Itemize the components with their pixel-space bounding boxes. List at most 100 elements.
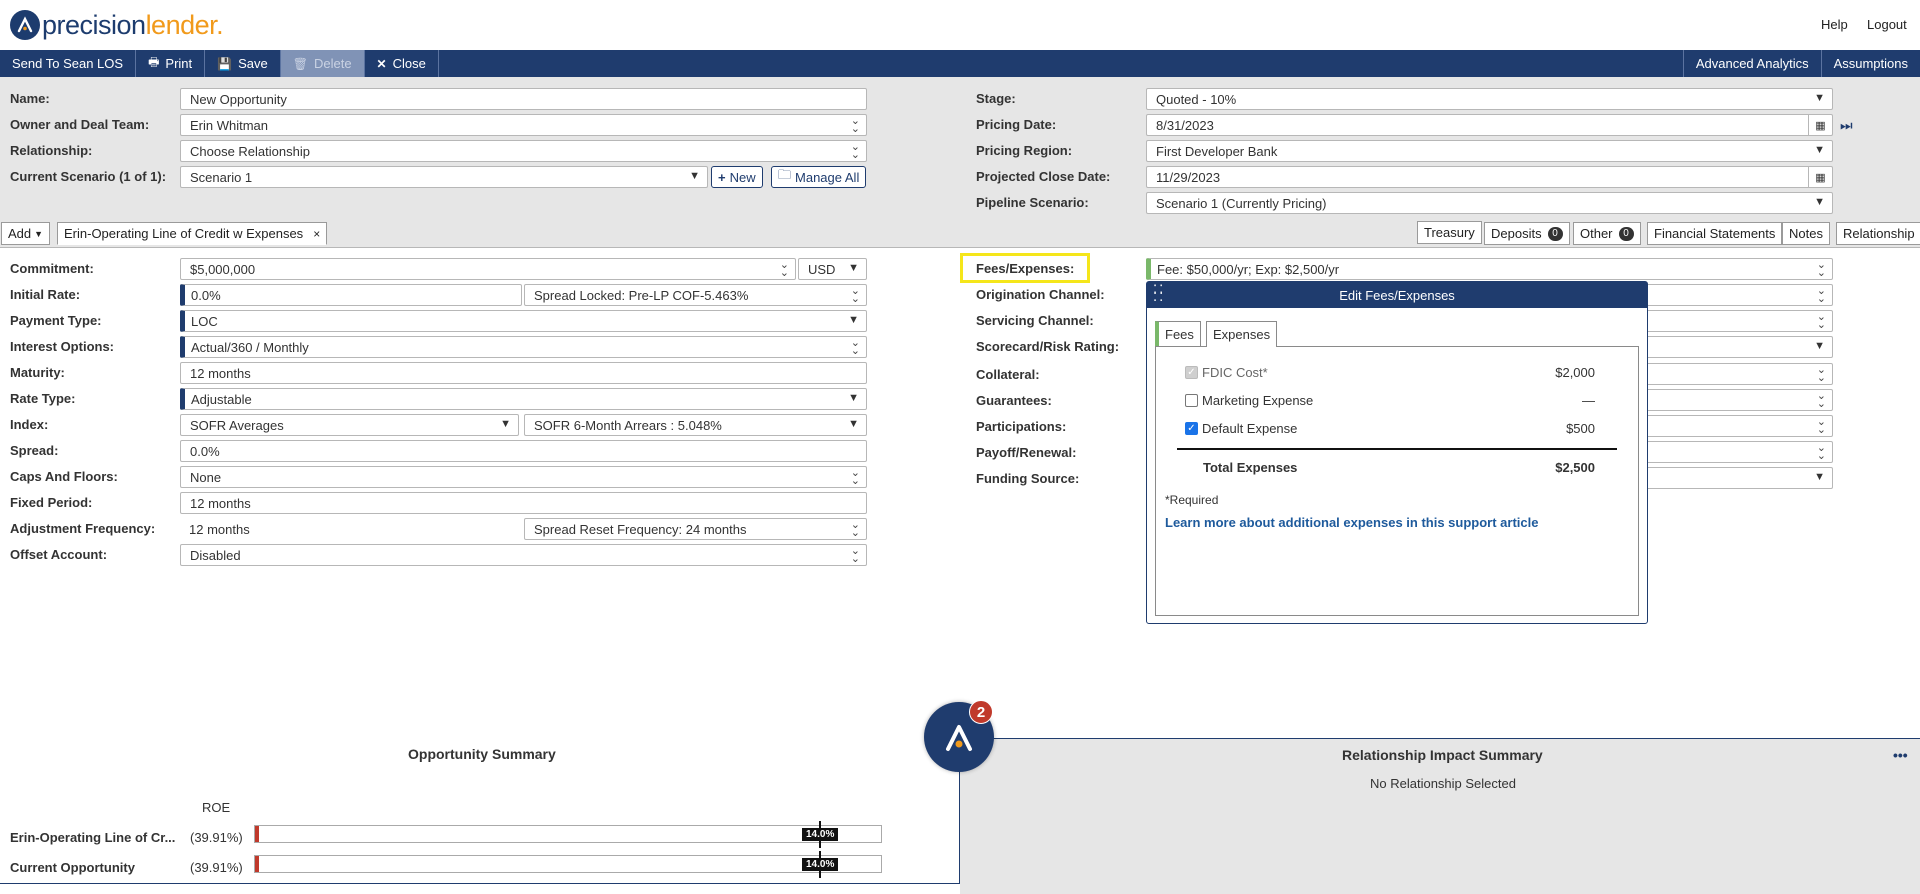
initial-rate-input[interactable]: 0.0% [180, 284, 522, 306]
owner-select[interactable]: Erin Whitman ⌄ ⌄ [180, 114, 867, 136]
owner-value: Erin Whitman [190, 117, 269, 133]
relationship-impact-title: Relationship Impact Summary [1342, 747, 1543, 763]
save-button[interactable]: 💾 Save [205, 50, 281, 77]
print-button[interactable]: 🖶 Print [136, 50, 206, 77]
spread-locked-value: Spread Locked: Pre-LP COF-5.463% [534, 287, 749, 303]
assistant-launcher-button[interactable]: 2 [924, 700, 994, 772]
commitment-label: Commitment: [10, 261, 94, 276]
roe-bar: 14.0% [254, 821, 882, 848]
index-rate-select[interactable]: SOFR 6-Month Arrears : 5.048% ▼ [524, 414, 867, 436]
owner-label: Owner and Deal Team: [10, 117, 150, 132]
fdic-checkbox[interactable]: ✓ [1185, 366, 1198, 379]
stage-select[interactable]: Quoted - 10% ▼ [1146, 88, 1833, 110]
more-options-icon[interactable]: ••• [1893, 747, 1908, 763]
payment-type-label: Payment Type: [10, 313, 102, 328]
precisionlender-logo[interactable]: precision lender. [10, 8, 224, 42]
close-button[interactable]: ✕ Close [365, 50, 439, 77]
commitment-input[interactable]: $5,000,000 ⌄ ⌄ [180, 258, 796, 280]
pipeline-select[interactable]: Scenario 1 (Currently Pricing) ▼ [1146, 192, 1833, 214]
total-value: $2,500 [1555, 460, 1595, 475]
tab-other[interactable]: Other 0 [1573, 222, 1641, 245]
tab-treasury[interactable]: Treasury [1417, 221, 1482, 244]
learn-more-link[interactable]: Learn more about additional expenses in … [1165, 515, 1538, 530]
double-chevron-icon: ⌄ ⌄ [850, 519, 860, 539]
interest-options-select[interactable]: Actual/360 / Monthly ⌄ ⌄ [180, 336, 867, 358]
tab-financial-statements[interactable]: Financial Statements [1647, 222, 1783, 245]
tab-notes[interactable]: Notes [1782, 222, 1830, 245]
double-chevron-icon: ⌄ ⌄ [1816, 390, 1826, 410]
index-select[interactable]: SOFR Averages ▼ [180, 414, 519, 436]
tab-deposits[interactable]: Deposits 0 [1484, 222, 1570, 245]
spread-locked-select[interactable]: Spread Locked: Pre-LP COF-5.463% ⌄ ⌄ [524, 284, 867, 306]
maturity-input[interactable]: 12 months [180, 362, 867, 384]
chevron-down-icon: ▼ [1814, 196, 1825, 208]
stage-label: Stage: [976, 91, 1016, 106]
tab-active-loan[interactable]: Erin-Operating Line of Credit w Expenses… [57, 222, 328, 245]
delete-label: Delete [313, 56, 352, 71]
tab-expenses[interactable]: Expenses [1206, 321, 1278, 347]
manage-all-button[interactable]: 🗀 Manage All [771, 166, 867, 188]
tab-relationship[interactable]: Relationship [1836, 222, 1920, 245]
close-tab-icon[interactable]: × [313, 227, 320, 241]
default-expense-checkbox[interactable]: ✓ [1185, 422, 1198, 435]
rate-type-label: Rate Type: [10, 391, 76, 406]
skip-forward-icon[interactable]: ⏭ [1840, 117, 1853, 134]
scenario-select[interactable]: Scenario 1 ▼ [180, 166, 708, 188]
print-icon: 🖶 [148, 55, 160, 69]
assumptions-button[interactable]: Assumptions [1820, 50, 1920, 77]
caps-floors-select[interactable]: None ⌄ ⌄ [180, 466, 867, 488]
spread-input[interactable]: 0.0% [180, 440, 867, 462]
double-chevron-icon: ⌄ ⌄ [850, 285, 860, 305]
calendar-icon[interactable]: ▦ [1808, 167, 1832, 187]
pricing-region-select[interactable]: First Developer Bank ▼ [1146, 140, 1833, 162]
payment-type-value: LOC [191, 313, 218, 329]
funding-source-label: Funding Source: [976, 471, 1080, 486]
fixed-period-input[interactable]: 12 months [180, 492, 867, 514]
logo-text-precision: precision [42, 9, 146, 40]
maturity-value: 12 months [190, 365, 251, 381]
adjustment-frequency-label: Adjustment Frequency: [10, 521, 156, 536]
relationship-value: Choose Relationship [190, 143, 310, 159]
caps-floors-value: None [190, 469, 222, 485]
calendar-icon[interactable]: ▦ [1808, 115, 1832, 135]
expenses-panel: ✓ FDIC Cost* $2,000 Marketing Expense — ✓ De… [1155, 346, 1639, 616]
folder-icon: 🗀 [778, 167, 792, 182]
manage-all-label: Manage All [795, 169, 860, 185]
popup-header[interactable]: ⁚⁚ ⁚⁚ Edit Fees/Expenses [1147, 282, 1647, 308]
commitment-value: $5,000,000 [190, 261, 256, 277]
currency-select[interactable]: USD ▼ [798, 258, 867, 280]
close-label: Close [392, 56, 426, 71]
roe-target-label: 14.0% [802, 858, 839, 871]
drag-handle-icon[interactable]: ⁚⁚ ⁚⁚ [1153, 283, 1165, 303]
scenario-value: Scenario 1 [190, 169, 253, 185]
close-date-label: Projected Close Date: [976, 169, 1111, 184]
no-relationship-text: No Relationship Selected [1370, 776, 1516, 791]
trash-icon: 🗑 [292, 56, 308, 71]
add-tab-button[interactable]: Add ▼ [1, 222, 51, 245]
adjustment-frequency-text: 12 months [189, 521, 250, 537]
logout-link[interactable]: Logout [1867, 17, 1907, 32]
toolbar-right-group: Advanced Analytics Assumptions [1682, 50, 1920, 77]
tab-fees[interactable]: Fees [1155, 321, 1201, 346]
offset-account-select[interactable]: Disabled ⌄ ⌄ [180, 544, 867, 566]
spread-value: 0.0% [190, 443, 220, 459]
pricing-region-value: First Developer Bank [1156, 143, 1278, 159]
name-input[interactable]: New Opportunity [180, 88, 867, 110]
rate-type-select[interactable]: Adjustable ▼ [180, 388, 867, 410]
close-date-input[interactable]: 11/29/2023 ▦ [1146, 166, 1833, 188]
marketing-checkbox[interactable] [1185, 394, 1198, 407]
send-to-los-button[interactable]: Send To Sean LOS [0, 50, 137, 77]
interest-options-label: Interest Options: [10, 339, 115, 354]
fees-expenses-select[interactable]: Fee: $50,000/yr; Exp: $2,500/yr ⌄ ⌄ [1146, 258, 1833, 280]
logo-text-lender: lender. [145, 9, 224, 40]
edit-fees-expenses-popup: ⁚⁚ ⁚⁚ Edit Fees/Expenses Fees Expenses ✓ F… [1146, 281, 1648, 624]
delete-button[interactable]: 🗑 Delete [280, 50, 365, 77]
payment-type-select[interactable]: LOC ▼ [180, 310, 867, 332]
relationship-select[interactable]: Choose Relationship ⌄ ⌄ [180, 140, 867, 162]
spread-reset-select[interactable]: Spread Reset Frequency: 24 months ⌄ ⌄ [524, 518, 867, 540]
pricing-date-input[interactable]: 8/31/2023 ▦ [1146, 114, 1833, 136]
new-scenario-button[interactable]: + New [711, 166, 763, 188]
pipeline-value: Scenario 1 (Currently Pricing) [1156, 195, 1327, 211]
help-link[interactable]: Help [1821, 17, 1848, 32]
advanced-analytics-button[interactable]: Advanced Analytics [1682, 50, 1821, 77]
